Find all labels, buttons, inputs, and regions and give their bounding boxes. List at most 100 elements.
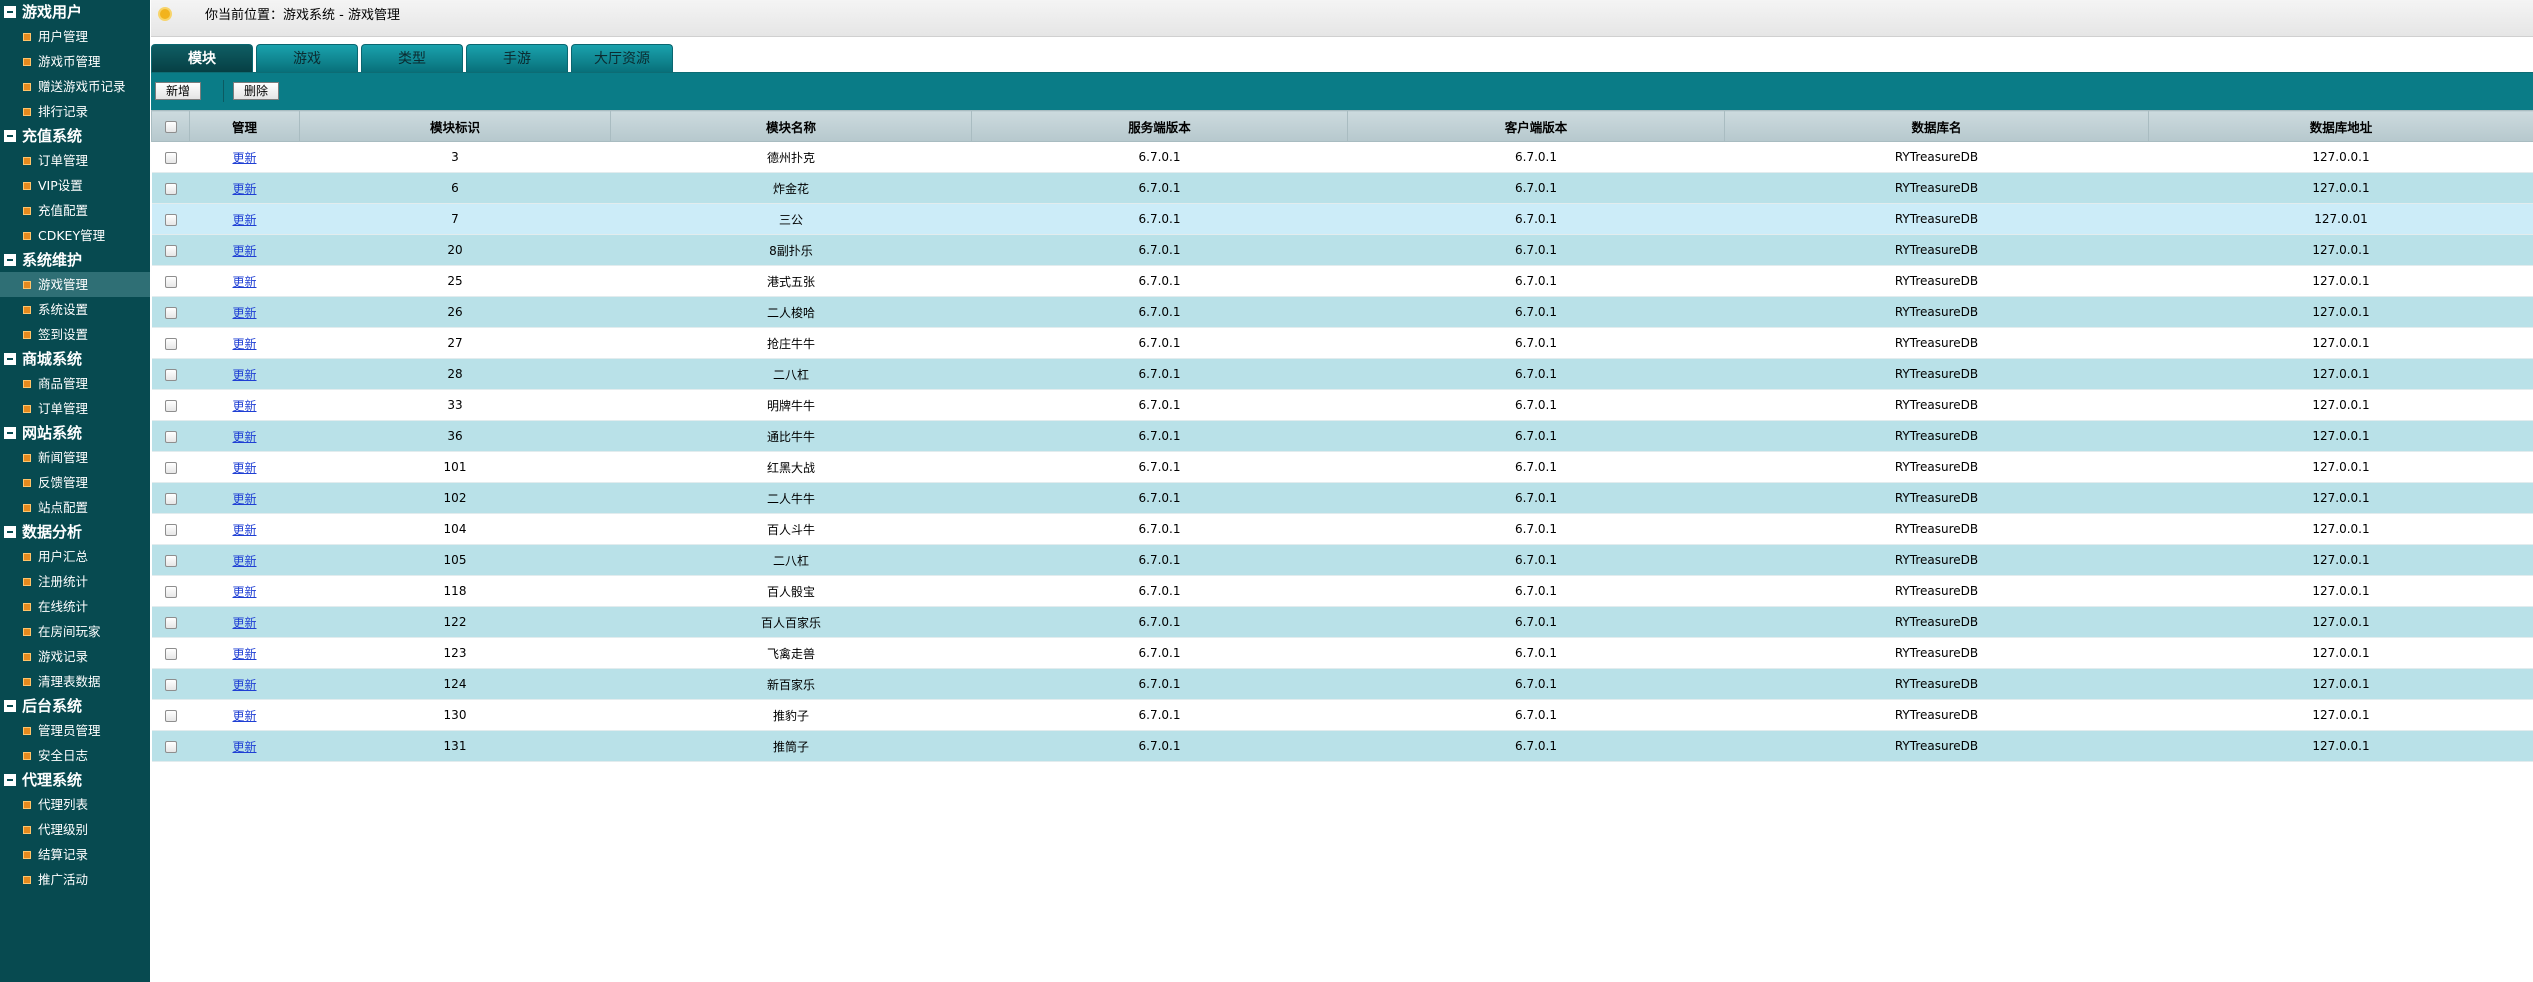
sidebar-item[interactable]: 注册统计 xyxy=(0,569,150,594)
sidebar-item[interactable]: 安全日志 xyxy=(0,743,150,768)
update-link[interactable]: 更新 xyxy=(232,275,256,289)
update-link[interactable]: 更新 xyxy=(232,678,256,692)
update-link[interactable]: 更新 xyxy=(232,740,256,754)
row-select-cell xyxy=(151,420,190,452)
update-link[interactable]: 更新 xyxy=(232,151,256,165)
row-checkbox[interactable] xyxy=(164,678,177,691)
row-checkbox[interactable] xyxy=(164,647,177,660)
delete-button[interactable]: 删除 xyxy=(233,82,280,100)
sidebar-item[interactable]: 推广活动 xyxy=(0,867,150,892)
sidebar-item[interactable]: 管理员管理 xyxy=(0,718,150,743)
row-checkbox[interactable] xyxy=(164,182,177,195)
sidebar-item-label: 代理级别 xyxy=(38,822,89,837)
sidebar-item[interactable]: 在房间玩家 xyxy=(0,619,150,644)
sidebar-item[interactable]: 用户汇总 xyxy=(0,544,150,569)
row-checkbox[interactable] xyxy=(164,244,177,257)
row-checkbox[interactable] xyxy=(164,461,177,474)
sidebar-group-title[interactable]: 系统维护 xyxy=(0,248,150,272)
sidebar-group-title[interactable]: 商城系统 xyxy=(0,347,150,371)
update-link[interactable]: 更新 xyxy=(232,430,256,444)
update-link[interactable]: 更新 xyxy=(232,399,256,413)
update-link[interactable]: 更新 xyxy=(232,368,256,382)
select-all-header xyxy=(151,110,190,142)
sidebar-item[interactable]: CDKEY管理 xyxy=(0,223,150,248)
row-checkbox[interactable] xyxy=(164,554,177,567)
sidebar-item[interactable]: 游戏记录 xyxy=(0,644,150,669)
client-version-cell: 6.7.0.1 xyxy=(1347,637,1725,669)
tab-1[interactable]: 游戏 xyxy=(256,44,358,72)
database-name-cell: RYTreasureDB xyxy=(1724,420,2149,452)
update-link[interactable]: 更新 xyxy=(232,647,256,661)
sidebar-group-title[interactable]: 代理系统 xyxy=(0,768,150,792)
sidebar-item[interactable]: 反馈管理 xyxy=(0,470,150,495)
row-checkbox[interactable] xyxy=(164,213,177,226)
update-link[interactable]: 更新 xyxy=(232,554,256,568)
update-link[interactable]: 更新 xyxy=(232,213,256,227)
sidebar-item[interactable]: 游戏币管理 xyxy=(0,49,150,74)
sidebar-group-label: 后台系统 xyxy=(22,697,83,715)
module-name-cell: 炸金花 xyxy=(610,172,972,204)
update-link[interactable]: 更新 xyxy=(232,616,256,630)
row-select-cell xyxy=(151,606,190,638)
tab-3[interactable]: 手游 xyxy=(466,44,568,72)
update-link[interactable]: 更新 xyxy=(232,709,256,723)
sidebar-group-label: 系统维护 xyxy=(22,251,83,269)
sidebar-item[interactable]: 结算记录 xyxy=(0,842,150,867)
sidebar-item-label: 在线统计 xyxy=(38,599,89,614)
sidebar-item[interactable]: 用户管理 xyxy=(0,24,150,49)
sidebar-group-title[interactable]: 数据分析 xyxy=(0,520,150,544)
sidebar-group-title[interactable]: 后台系统 xyxy=(0,694,150,718)
sidebar-group-title[interactable]: 游戏用户 xyxy=(0,0,150,24)
sidebar-item[interactable]: 在线统计 xyxy=(0,594,150,619)
update-link[interactable]: 更新 xyxy=(232,461,256,475)
row-checkbox[interactable] xyxy=(164,709,177,722)
sidebar-group-label: 网站系统 xyxy=(22,424,83,442)
update-link[interactable]: 更新 xyxy=(232,585,256,599)
bullet-icon xyxy=(23,677,31,686)
update-link[interactable]: 更新 xyxy=(232,337,256,351)
row-checkbox[interactable] xyxy=(164,430,177,443)
update-link[interactable]: 更新 xyxy=(232,182,256,196)
sidebar-item[interactable]: 赠送游戏币记录 xyxy=(0,74,150,99)
sidebar-item[interactable]: 清理表数据 xyxy=(0,669,150,694)
sidebar-item[interactable]: 游戏管理 xyxy=(0,272,150,297)
module-id-cell: 27 xyxy=(299,327,611,359)
sidebar-item[interactable]: 新闻管理 xyxy=(0,445,150,470)
sidebar-item[interactable]: 订单管理 xyxy=(0,148,150,173)
row-checkbox[interactable] xyxy=(164,306,177,319)
tab-4[interactable]: 大厅资源 xyxy=(571,44,673,72)
update-link[interactable]: 更新 xyxy=(232,523,256,537)
sidebar-item[interactable]: 站点配置 xyxy=(0,495,150,520)
row-checkbox[interactable] xyxy=(164,399,177,412)
row-checkbox[interactable] xyxy=(164,368,177,381)
sidebar-item[interactable]: 商品管理 xyxy=(0,371,150,396)
update-link[interactable]: 更新 xyxy=(232,306,256,320)
sidebar-item[interactable]: 代理级别 xyxy=(0,817,150,842)
sidebar-item[interactable]: 订单管理 xyxy=(0,396,150,421)
sidebar-item-label: VIP设置 xyxy=(38,178,83,193)
row-checkbox[interactable] xyxy=(164,492,177,505)
update-link[interactable]: 更新 xyxy=(232,244,256,258)
sidebar-item[interactable]: 签到设置 xyxy=(0,322,150,347)
row-checkbox[interactable] xyxy=(164,616,177,629)
sidebar-group-title[interactable]: 充值系统 xyxy=(0,124,150,148)
sidebar-item[interactable]: 充值配置 xyxy=(0,198,150,223)
update-link[interactable]: 更新 xyxy=(232,492,256,506)
row-checkbox[interactable] xyxy=(164,337,177,350)
sidebar-item[interactable]: 排行记录 xyxy=(0,99,150,124)
row-checkbox[interactable] xyxy=(164,275,177,288)
sidebar-item[interactable]: VIP设置 xyxy=(0,173,150,198)
sidebar-item[interactable]: 代理列表 xyxy=(0,792,150,817)
tab-0[interactable]: 模块 xyxy=(151,44,253,72)
row-checkbox[interactable] xyxy=(164,151,177,164)
select-all-checkbox[interactable] xyxy=(164,121,177,133)
module-name-cell: 飞禽走兽 xyxy=(610,637,972,669)
tab-2[interactable]: 类型 xyxy=(361,44,463,72)
add-button[interactable]: 新增 xyxy=(155,82,202,100)
row-checkbox[interactable] xyxy=(164,585,177,598)
module-id-cell: 102 xyxy=(299,482,611,514)
sidebar-group-title[interactable]: 网站系统 xyxy=(0,421,150,445)
row-checkbox[interactable] xyxy=(164,523,177,536)
row-checkbox[interactable] xyxy=(164,740,177,753)
sidebar-item[interactable]: 系统设置 xyxy=(0,297,150,322)
